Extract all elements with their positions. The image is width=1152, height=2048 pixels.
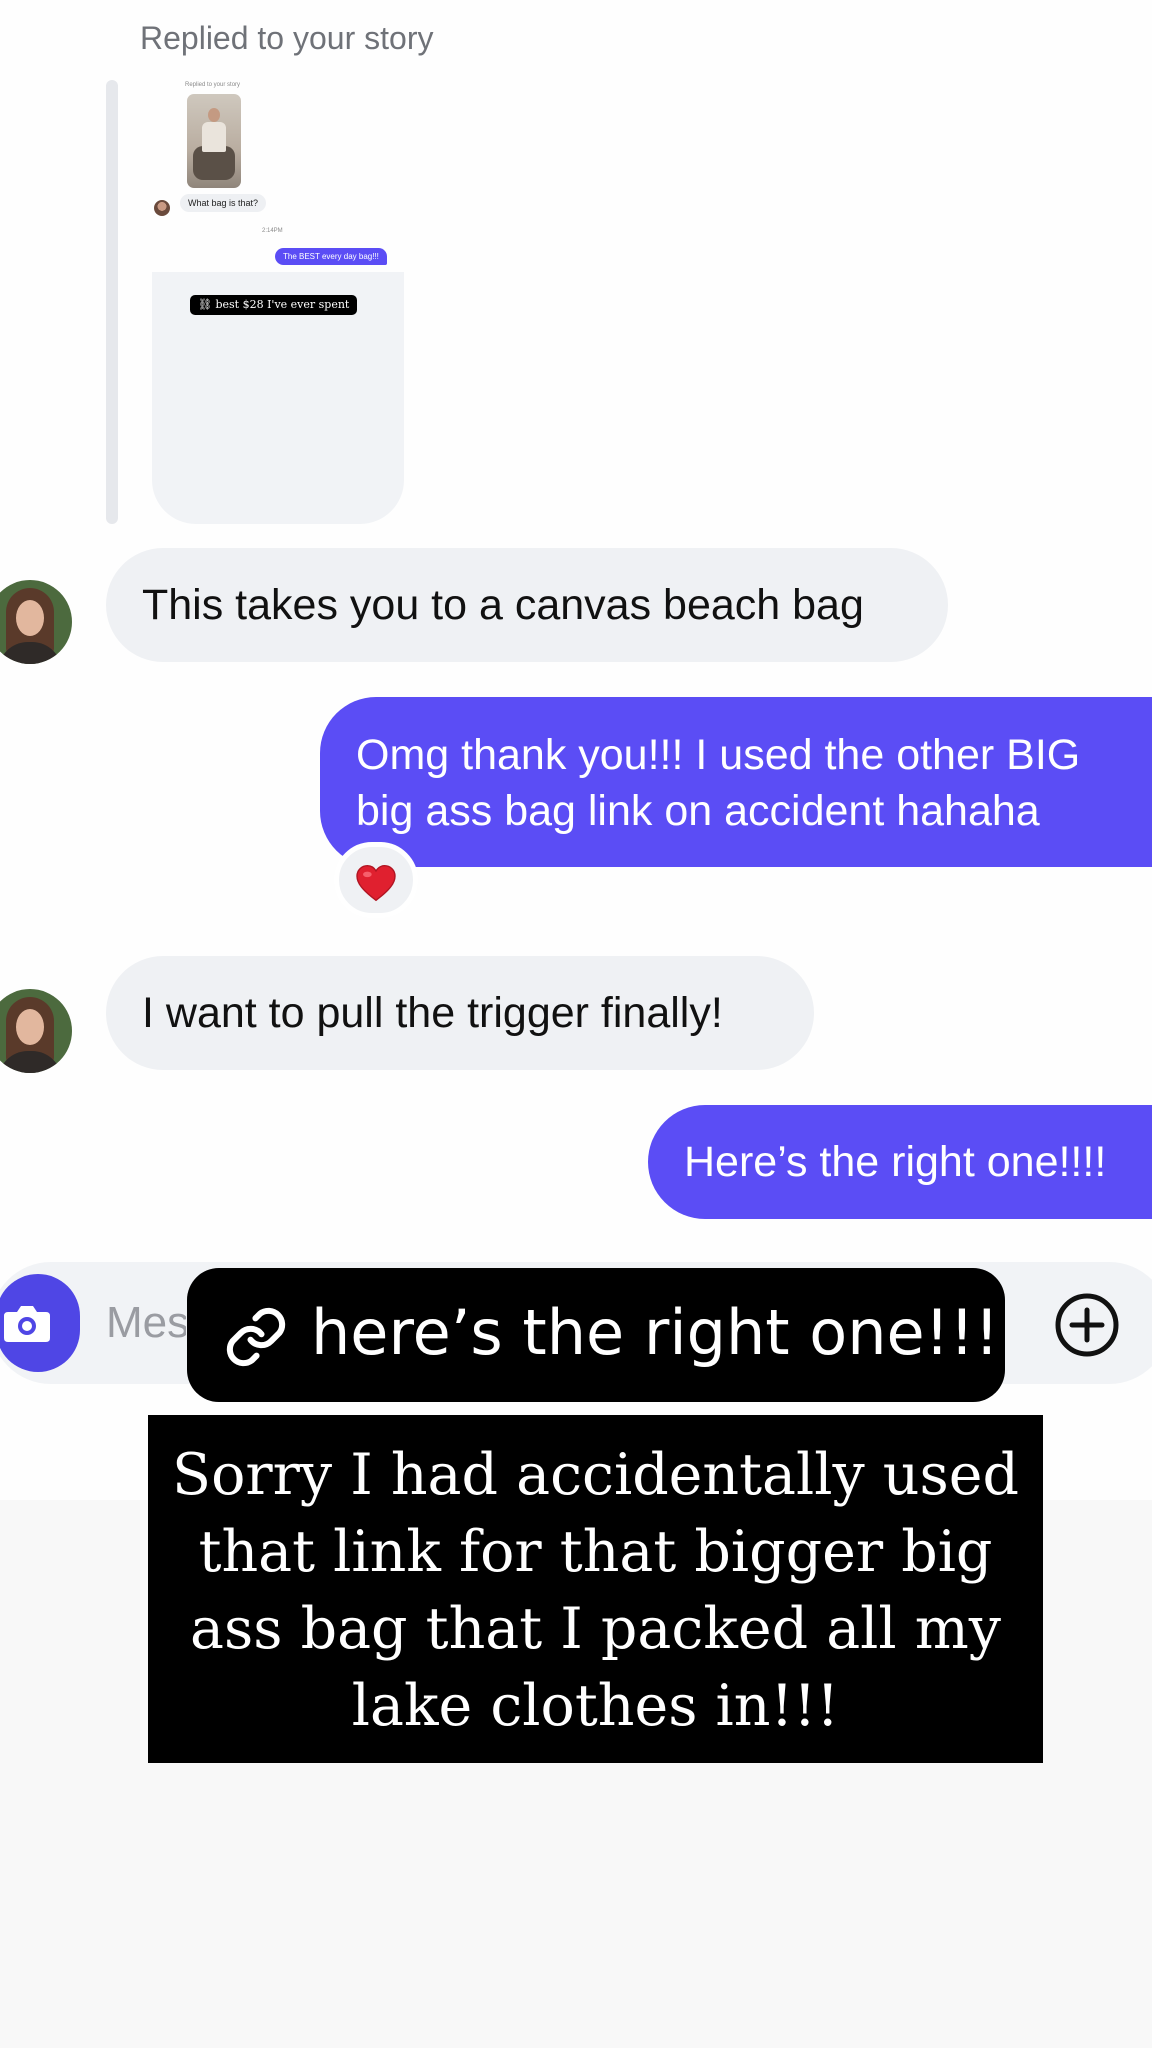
plus-circle-icon (1055, 1293, 1119, 1357)
reply-indicator-bar (106, 80, 118, 524)
link-sticker-text: here’s the right one!!! (311, 1296, 1000, 1369)
story-preview-sticker-text: best $28 I've ever spent (215, 298, 350, 311)
message-line: Omg thank you!!! I used the other BIG (356, 731, 1081, 779)
link-icon: ⛓ (198, 298, 212, 311)
story-preview-header: Replied to your story (185, 82, 241, 88)
caption-text: Sorry I had accidentally used that link … (148, 1437, 1043, 1745)
caption-overlay: Sorry I had accidentally used that link … (148, 1415, 1043, 1763)
avatar[interactable] (0, 580, 72, 664)
caption-line: Sorry I had accidentally used (172, 1442, 1019, 1508)
camera-button[interactable] (0, 1274, 80, 1372)
message-bubble-incoming: I want to pull the trigger finally! (106, 956, 814, 1070)
story-thumbnail (187, 94, 241, 188)
story-preview-link-sticker: ⛓ best $28 I've ever spent (190, 295, 358, 315)
story-preview-message: What bag is that? (180, 194, 267, 212)
camera-icon (4, 1306, 50, 1342)
message-input[interactable]: Mes (106, 1298, 186, 1348)
add-media-button[interactable] (1054, 1292, 1120, 1363)
message-line: big ass bag link on accident hahaha (356, 787, 1040, 835)
story-preview[interactable]: Replied to your story What bag is that? … (152, 80, 404, 524)
story-preview-time: 2:14PM (262, 228, 283, 234)
link-sticker[interactable]: here’s the right one!!! (187, 1268, 1005, 1402)
reaction-badge[interactable] (334, 842, 418, 918)
message-bubble-outgoing: Omg thank you!!! I used the other BIG bi… (320, 697, 1152, 867)
heart-icon (356, 865, 396, 902)
caption-line: ass bag that I packed all my (189, 1596, 1002, 1662)
message-bubble-outgoing: Here’s the right one!!!! (648, 1105, 1152, 1219)
message-bubble-incoming: This takes you to a canvas beach bag (106, 548, 948, 662)
link-icon (226, 1307, 286, 1367)
story-preview-reply: The BEST every day bag!!! (275, 248, 387, 265)
caption-line: lake clothes in!!! (351, 1673, 840, 1739)
caption-line: that link for that bigger big (198, 1519, 993, 1585)
story-preview-avatar (154, 200, 170, 216)
story-reply-header: Replied to your story (140, 20, 434, 56)
avatar[interactable] (0, 989, 72, 1073)
